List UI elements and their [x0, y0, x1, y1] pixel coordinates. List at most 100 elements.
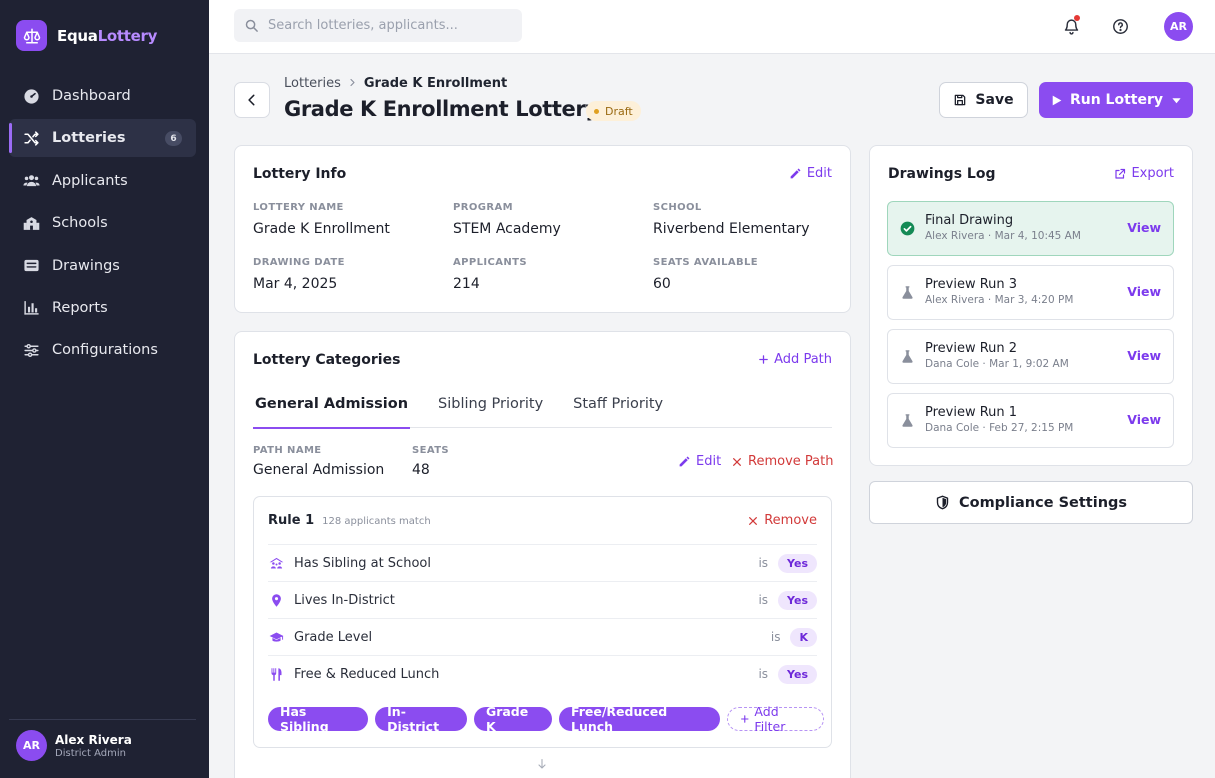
- add-path-button[interactable]: Add Path: [758, 352, 832, 367]
- filter-chip[interactable]: Free/Reduced Lunch: [558, 704, 720, 734]
- field-program: Program STEM Academy: [453, 202, 561, 237]
- field-lottery-name: Lottery Name Grade K Enrollment: [253, 202, 390, 237]
- filter-chips: Has Sibling In-District Grade K Free/Red…: [268, 704, 831, 734]
- user-avatar-button[interactable]: AR: [1164, 12, 1193, 41]
- external-link-icon: [1115, 168, 1126, 179]
- help-button[interactable]: [1110, 16, 1130, 36]
- chevron-right-icon: [348, 76, 357, 91]
- rule-card: Rule 1 128 applicants match Remove Has S…: [253, 496, 832, 748]
- category-tabs: General Admission Sibling Priority Staff…: [253, 388, 832, 429]
- condition-value: K: [790, 627, 817, 647]
- sidebar-item-label: Applicants: [52, 172, 128, 189]
- pencil-icon: [790, 168, 801, 179]
- breadcrumb-lotteries-link[interactable]: Lotteries: [284, 76, 341, 91]
- flask-icon: [902, 350, 913, 363]
- lottery-categories-card: Lottery Categories Add Path General Admi…: [234, 331, 851, 778]
- chevron-left-icon: [248, 94, 255, 106]
- utensils-icon: [271, 667, 282, 681]
- edit-lottery-info-button[interactable]: Edit: [789, 166, 832, 181]
- rule-match-count: 128 applicants match: [322, 516, 431, 527]
- help-icon: [1112, 18, 1128, 34]
- notifications-button[interactable]: [1061, 15, 1081, 36]
- drawings-icon: [24, 259, 39, 272]
- shuffle-icon: [24, 131, 39, 146]
- search-box[interactable]: [234, 9, 522, 42]
- condition-value: Yes: [778, 590, 817, 610]
- rule-header: Rule 1 128 applicants match: [268, 513, 431, 528]
- filter-chip[interactable]: Grade K: [473, 704, 552, 734]
- chart-icon: [24, 301, 39, 316]
- drawing-log-item: Preview Run 1 Dana Cole · Feb 27, 2:15 P…: [887, 393, 1174, 448]
- sidebar-item-dashboard[interactable]: Dashboard: [9, 77, 196, 115]
- location-pin-icon: [272, 593, 281, 607]
- topbar: AR: [209, 0, 1215, 54]
- condition-value: Yes: [778, 664, 817, 684]
- sidebar-item-label: Schools: [52, 215, 108, 232]
- plus-icon: [759, 355, 768, 364]
- breadcrumb-current: Grade K Enrollment: [363, 76, 508, 91]
- view-drawing-button[interactable]: View: [1127, 412, 1161, 427]
- user-role: District Admin: [55, 747, 126, 759]
- filter-chip[interactable]: Has Sibling: [268, 704, 369, 734]
- avatar: AR: [16, 730, 47, 761]
- chevron-down-icon[interactable]: [1171, 95, 1182, 106]
- edit-path-button[interactable]: Edit: [678, 454, 721, 469]
- family-icon: [269, 557, 284, 568]
- export-button[interactable]: Export: [1114, 166, 1174, 181]
- status-dot: [594, 108, 599, 114]
- scale-icon: [16, 20, 47, 51]
- condition-row[interactable]: Lives In-District is Yes: [268, 581, 817, 618]
- sidebar-item-reports[interactable]: Reports: [9, 289, 196, 327]
- brand[interactable]: EquaLottery: [16, 20, 157, 51]
- back-button[interactable]: [234, 82, 270, 118]
- sidebar-item-label: Reports: [52, 299, 108, 316]
- status-badge: Draft: [586, 101, 641, 121]
- sidebar-item-applicants[interactable]: Applicants: [9, 162, 196, 200]
- notification-dot: [1074, 15, 1080, 21]
- search-input[interactable]: [268, 18, 508, 33]
- pencil-icon: [679, 456, 690, 467]
- view-drawing-button[interactable]: View: [1127, 284, 1161, 299]
- add-filter-button[interactable]: Add Filter: [726, 704, 824, 734]
- view-drawing-button[interactable]: View: [1127, 220, 1161, 235]
- sidebar-item-schools[interactable]: Schools: [9, 204, 196, 242]
- condition-row[interactable]: Has Sibling at School is Yes: [268, 544, 817, 581]
- sidebar: EquaLottery Dashboard Lotteries 6 Applic…: [0, 0, 209, 778]
- save-button[interactable]: Save: [939, 82, 1028, 118]
- view-drawing-button[interactable]: View: [1127, 348, 1161, 363]
- condition-row[interactable]: Grade Level is K: [268, 618, 817, 655]
- tab-staff-priority[interactable]: Staff Priority: [571, 388, 665, 428]
- sidebar-nav: Dashboard Lotteries 6 Applicants Schools…: [9, 77, 196, 374]
- lotteries-count-badge: 6: [165, 131, 182, 147]
- compliance-settings-button[interactable]: Compliance Settings: [869, 481, 1193, 524]
- filter-chip[interactable]: In-District: [375, 704, 467, 734]
- dashboard-icon: [24, 88, 39, 104]
- rule-title: Rule 1: [268, 513, 315, 528]
- sidebar-item-configurations[interactable]: Configurations: [9, 331, 196, 369]
- condition-row[interactable]: Free & Reduced Lunch is Yes: [268, 655, 817, 692]
- remove-path-button[interactable]: Remove Path: [732, 454, 833, 469]
- field-path-name: Path Name General Admission: [253, 445, 385, 478]
- remove-rule-button[interactable]: Remove: [748, 513, 817, 528]
- flask-icon: [902, 414, 913, 427]
- drawings-log-card: Drawings Log Export Final Drawing Alex R…: [869, 145, 1193, 466]
- sidebar-item-label: Lotteries: [52, 130, 126, 147]
- sidebar-user[interactable]: AR Alex Rivera District Admin: [9, 719, 196, 761]
- drawings-log-title: Drawings Log: [888, 166, 996, 182]
- run-lottery-button[interactable]: Run Lottery: [1039, 82, 1193, 118]
- sidebar-item-drawings[interactable]: Drawings: [9, 247, 196, 285]
- school-icon: [23, 216, 40, 230]
- sidebar-item-lotteries[interactable]: Lotteries 6: [9, 119, 196, 158]
- flask-icon: [902, 286, 913, 299]
- sliders-icon: [24, 343, 39, 357]
- field-seats-available: Seats Available 60: [653, 257, 759, 292]
- drawing-log-item: Preview Run 2 Dana Cole · Mar 1, 9:02 AM…: [887, 329, 1174, 384]
- sidebar-item-label: Drawings: [52, 257, 120, 274]
- drawing-log-item: Preview Run 3 Alex Rivera · Mar 3, 4:20 …: [887, 265, 1174, 320]
- tab-sibling-priority[interactable]: Sibling Priority: [436, 388, 545, 428]
- tab-general-admission[interactable]: General Admission: [253, 388, 411, 429]
- lottery-info-card: Lottery Info Edit Lottery Name Grade K E…: [234, 145, 851, 313]
- lottery-categories-title: Lottery Categories: [253, 352, 401, 368]
- users-icon: [23, 175, 40, 187]
- play-icon: [1052, 95, 1062, 105]
